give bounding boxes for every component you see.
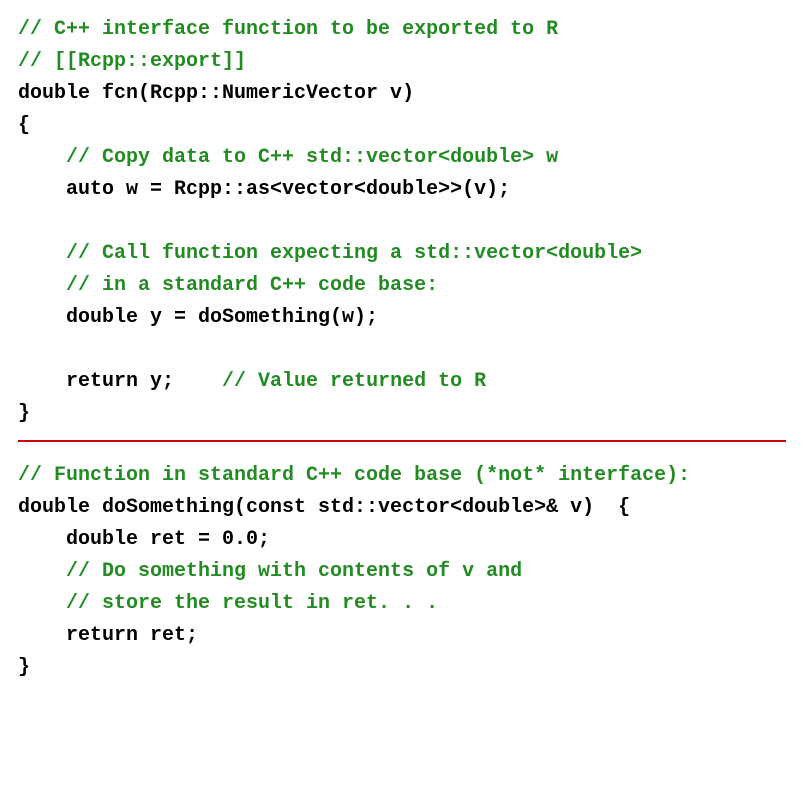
code-line: double doSomething(const std::vector<dou… (18, 496, 630, 519)
code-line: double y = doSomething(w); (18, 306, 378, 329)
comment-inline: // Value returned to R (174, 370, 486, 393)
code-line: return y; (18, 370, 174, 393)
comment-line: // Do something with contents of v and (18, 560, 522, 583)
comment-line: // [[Rcpp::export]] (18, 50, 246, 73)
comment-line: // in a standard C++ code base: (18, 274, 438, 297)
code-line: } (18, 402, 30, 425)
comment-line: // Copy data to C++ std::vector<double> … (18, 146, 558, 169)
comment-line: // Function in standard C++ code base (*… (18, 464, 690, 487)
code-line: auto w = Rcpp::as<vector<double>>(v); (18, 178, 510, 201)
comment-line: // C++ interface function to be exported… (18, 18, 558, 41)
code-block-bottom: // Function in standard C++ code base (*… (18, 460, 786, 684)
comment-line: // Call function expecting a std::vector… (18, 242, 642, 265)
comment-line: // store the result in ret. . . (18, 592, 438, 615)
code-block-top: // C++ interface function to be exported… (18, 14, 786, 430)
code-line: { (18, 114, 30, 137)
code-line: return ret; (18, 624, 198, 647)
code-line: double fcn(Rcpp::NumericVector v) (18, 82, 414, 105)
code-line: double ret = 0.0; (18, 528, 270, 551)
section-divider (18, 440, 786, 442)
code-line: } (18, 656, 30, 679)
